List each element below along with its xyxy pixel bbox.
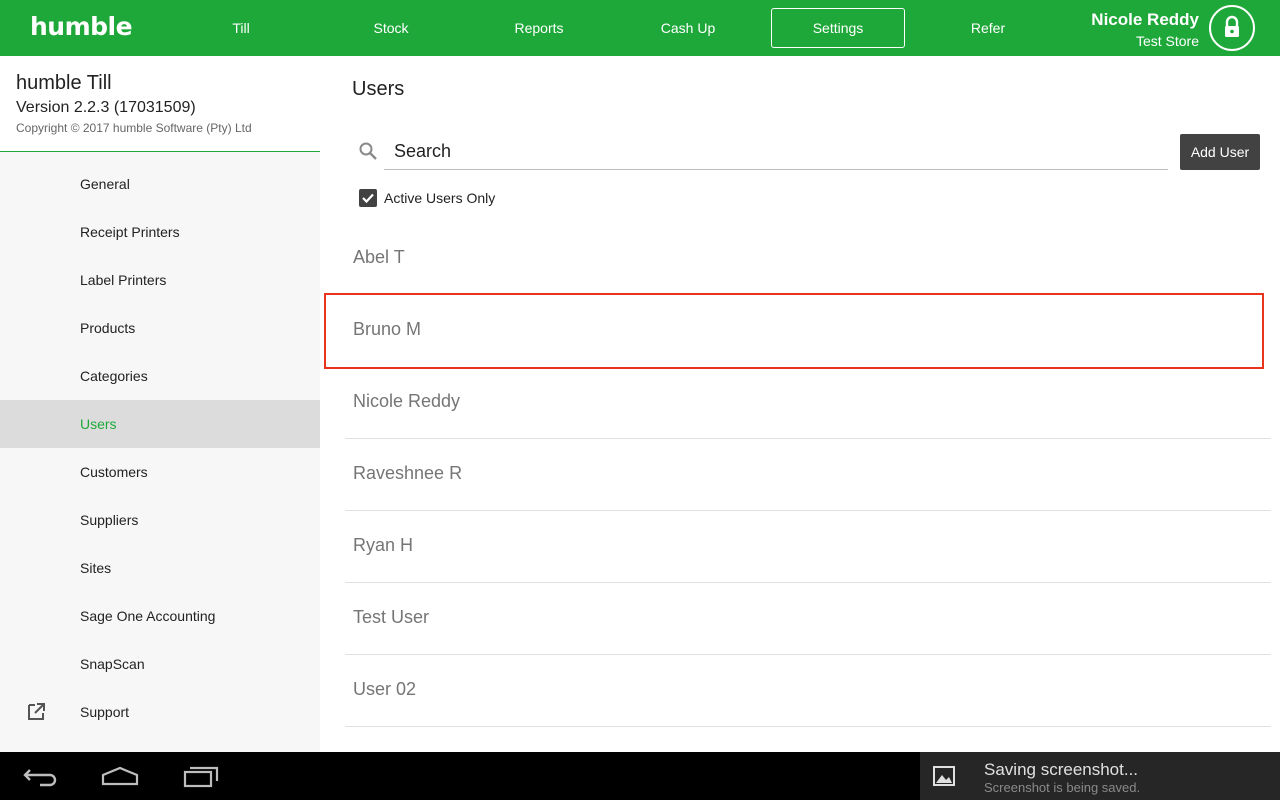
- lock-icon: [1225, 15, 1239, 37]
- home-icon[interactable]: [100, 764, 140, 788]
- notification-subtitle: Screenshot is being saved.: [984, 780, 1141, 795]
- sidebar-item-support[interactable]: Support: [0, 688, 320, 736]
- sidebar-item-suppliers[interactable]: Suppliers: [0, 496, 320, 544]
- sidebar-item-receipt-printers[interactable]: Receipt Printers: [0, 208, 320, 256]
- current-store-name: Test Store: [1135, 33, 1199, 49]
- user-name: Raveshnee R: [353, 463, 463, 483]
- sidebar-item-customers[interactable]: Customers: [0, 448, 320, 496]
- nav-reports[interactable]: Reports: [464, 8, 614, 48]
- user-row[interactable]: Abel T: [345, 223, 1271, 295]
- app-copyright: Copyright © 2017 humble Software (Pty) L…: [16, 121, 252, 135]
- active-users-checkbox[interactable]: [359, 189, 377, 207]
- notification-title: Saving screenshot...: [984, 760, 1139, 779]
- screenshot-notification[interactable]: Saving screenshot... Screenshot is being…: [920, 752, 1280, 800]
- checkmark-icon: [362, 193, 374, 204]
- sidebar-item-sage-one-accounting[interactable]: Sage One Accounting: [0, 592, 320, 640]
- user-row[interactable]: Test User: [345, 583, 1271, 655]
- image-icon: [933, 766, 955, 786]
- sidebar-item-users[interactable]: Users: [0, 400, 320, 448]
- lock-button[interactable]: [1209, 5, 1255, 51]
- app-title: humble Till: [16, 72, 112, 94]
- sidebar-item-products[interactable]: Products: [0, 304, 320, 352]
- user-name: Ryan H: [353, 535, 414, 555]
- nav-stock[interactable]: Stock: [316, 8, 466, 48]
- sidebar-item-sites[interactable]: Sites: [0, 544, 320, 592]
- recent-apps-icon[interactable]: [181, 764, 221, 788]
- top-bar: humble Till Stock Reports Cash Up Settin…: [0, 0, 1280, 56]
- user-row[interactable]: User 02: [345, 655, 1271, 727]
- user-name: User 02: [353, 679, 417, 699]
- user-row[interactable]: Ryan H: [345, 511, 1271, 583]
- back-icon[interactable]: [20, 764, 60, 788]
- sidebar-item-label: Support: [80, 704, 130, 720]
- user-row[interactable]: Nicole Reddy: [345, 367, 1271, 439]
- nav-cash-up[interactable]: Cash Up: [613, 8, 763, 48]
- nav-till[interactable]: Till: [166, 8, 316, 48]
- sidebar-item-label-printers[interactable]: Label Printers: [0, 256, 320, 304]
- user-name: Abel T: [353, 247, 405, 267]
- user-name: Nicole Reddy: [353, 391, 461, 411]
- sidebar-item-snapscan[interactable]: SnapScan: [0, 640, 320, 688]
- current-user-name: Nicole Reddy: [1091, 10, 1199, 29]
- user-row[interactable]: Bruno M: [345, 295, 1271, 367]
- add-user-button[interactable]: Add User: [1180, 134, 1260, 170]
- user-row[interactable]: Raveshnee R: [345, 439, 1271, 511]
- user-name: Test User: [353, 607, 430, 627]
- sidebar-item-general[interactable]: General: [0, 160, 320, 208]
- search-input[interactable]: [384, 134, 1168, 170]
- nav-settings[interactable]: Settings: [771, 8, 905, 48]
- page-title: Users: [352, 78, 405, 100]
- user-name: Bruno M: [353, 319, 422, 339]
- app-version: Version 2.2.3 (17031509): [16, 99, 196, 116]
- nav-refer[interactable]: Refer: [913, 8, 1063, 48]
- humble-logo[interactable]: humble: [30, 12, 133, 41]
- app-info-header: humble Till Version 2.2.3 (17031509) Cop…: [0, 56, 320, 152]
- external-link-icon: [28, 703, 45, 720]
- search-icon: [359, 142, 377, 160]
- settings-sidebar: humble Till Version 2.2.3 (17031509) Cop…: [0, 56, 320, 752]
- sidebar-item-categories[interactable]: Categories: [0, 352, 320, 400]
- active-users-label[interactable]: Active Users Only: [384, 190, 495, 206]
